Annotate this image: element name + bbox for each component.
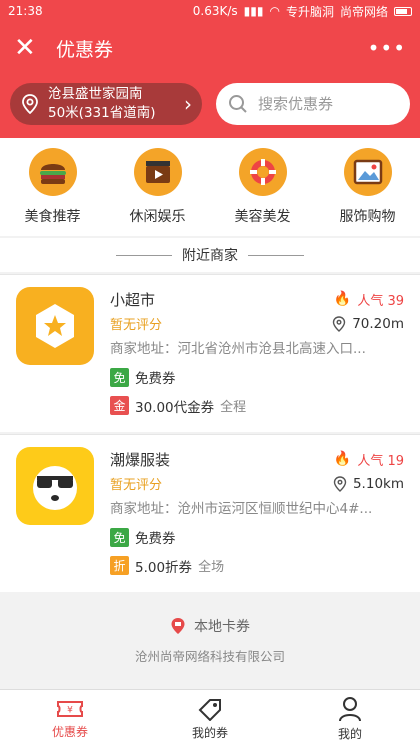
tab-label: 我的 bbox=[337, 726, 362, 741]
tab-label: 优惠券 bbox=[51, 724, 88, 739]
lifebuoy-icon bbox=[238, 148, 287, 196]
coupon-tag: 免 bbox=[110, 367, 129, 387]
close-icon[interactable]: ✕ bbox=[14, 35, 42, 61]
more-menu-icon[interactable]: ••• bbox=[368, 36, 406, 60]
category-grid: 美食推荐 休闲娱乐 美容美发 服饰购物 bbox=[0, 138, 420, 236]
coupon-text: 免费券 bbox=[135, 371, 176, 388]
status-bar: 21:38 0.63K/s ▮▮▮ ◠ 专升脑洞 尚帝网络 bbox=[0, 0, 420, 22]
merchant-card[interactable]: 潮爆服装 🔥 人气 19 暂无评分 5.10km 商家地址：沧州市运河区恒顺世纪… bbox=[0, 434, 420, 592]
signal-icon: ▮▮▮ bbox=[243, 4, 264, 18]
coupon-scope: 全程 bbox=[220, 400, 247, 416]
merchant-logo bbox=[16, 447, 94, 525]
tab-my-coupons[interactable]: 我的券 bbox=[140, 690, 280, 747]
category-beauty[interactable]: 美容美发 bbox=[215, 148, 310, 226]
location-pin-icon bbox=[332, 316, 346, 332]
tag-icon bbox=[198, 698, 221, 721]
coupon-tag: 免 bbox=[110, 527, 129, 547]
footer-brand: 本地卡券 bbox=[194, 619, 250, 635]
tab-coupons[interactable]: ¥ 优惠券 bbox=[0, 690, 140, 747]
merchant-address: 商家地址：沧州市运河区恒顺世纪中心4#... bbox=[110, 501, 373, 518]
wifi-icon: ◠ bbox=[269, 4, 280, 18]
footer-company: 沧州尚帝网络科技有限公司 bbox=[134, 649, 285, 664]
category-label: 美食推荐 bbox=[24, 209, 81, 225]
location-pin-icon bbox=[333, 476, 347, 492]
battery-icon bbox=[394, 6, 412, 16]
chevron-right-icon: › bbox=[184, 92, 192, 116]
footer-info: 本地卡券 沧州尚帝网络科技有限公司 bbox=[0, 594, 420, 665]
ticket-icon: ¥ bbox=[57, 700, 83, 717]
section-title: 附近商家 bbox=[182, 248, 238, 264]
nav-bar: ✕ 优惠券 ••• bbox=[0, 22, 420, 74]
search-icon bbox=[229, 95, 247, 113]
merchant-address: 商家地址：河北省沧州市沧县北高速入口... bbox=[110, 341, 366, 358]
search-input[interactable] bbox=[258, 95, 398, 113]
section-header: 附近商家 bbox=[0, 238, 420, 272]
coupon-text: 5.00折券 bbox=[135, 559, 193, 576]
popularity: 🔥 人气 19 bbox=[333, 451, 404, 469]
category-label: 美容美发 bbox=[234, 209, 291, 225]
film-clapper-icon bbox=[133, 148, 182, 196]
coupon-tag: 金 bbox=[110, 396, 129, 416]
coupon-item[interactable]: 免 免费券 bbox=[110, 523, 404, 552]
merchant-name: 潮爆服装 bbox=[110, 450, 171, 469]
location-line2: 50米(331省道南) bbox=[48, 105, 156, 121]
burger-icon bbox=[28, 148, 77, 196]
category-label: 休闲娱乐 bbox=[129, 209, 186, 225]
category-entertainment[interactable]: 休闲娱乐 bbox=[110, 148, 205, 226]
distance: 70.20m bbox=[332, 316, 404, 332]
coupon-tag: 折 bbox=[110, 556, 129, 576]
merchant-rating: 暂无评分 bbox=[110, 318, 163, 334]
coupon-item[interactable]: 免 免费券 bbox=[110, 363, 404, 392]
popularity: 🔥 人气 39 bbox=[333, 291, 404, 309]
header: 21:38 0.63K/s ▮▮▮ ◠ 专升脑洞 尚帝网络 ✕ 优惠券 ••• … bbox=[0, 0, 420, 138]
wifi-name: 专升脑洞 bbox=[285, 4, 334, 19]
merchant-logo bbox=[16, 287, 94, 365]
flame-icon: 🔥 bbox=[333, 291, 352, 308]
distance: 5.10km bbox=[333, 476, 404, 492]
location-pin-icon bbox=[22, 94, 38, 114]
divider bbox=[248, 254, 304, 256]
user-icon bbox=[339, 696, 361, 721]
page-title: 优惠券 bbox=[56, 38, 114, 61]
divider bbox=[116, 254, 172, 256]
carrier-name: 尚帝网络 bbox=[339, 4, 388, 19]
tab-label: 我的券 bbox=[191, 725, 228, 740]
merchant-card[interactable]: 小超市 🔥 人气 39 暂无评分 70.20m 商家地址：河北省沧州市沧县北高速… bbox=[0, 274, 420, 432]
category-shopping[interactable]: 服饰购物 bbox=[320, 148, 415, 226]
coupon-item[interactable]: 折 5.00折券 全场 bbox=[110, 551, 404, 580]
coupon-text: 免费券 bbox=[135, 531, 176, 548]
tab-bar: ¥ 优惠券 我的券 我的 bbox=[0, 689, 420, 747]
location-pin-icon bbox=[171, 618, 185, 634]
category-label: 服饰购物 bbox=[339, 209, 396, 225]
tab-profile[interactable]: 我的 bbox=[280, 690, 420, 747]
location-selector[interactable]: 沧县盛世家园南 50米(331省道南) › bbox=[10, 83, 202, 125]
network-speed: 0.63K/s bbox=[192, 4, 238, 18]
svg-text:¥: ¥ bbox=[67, 705, 73, 715]
coupon-item[interactable]: 金 30.00代金券 全程 bbox=[110, 391, 404, 420]
location-line1: 沧县盛世家园南 bbox=[48, 86, 143, 102]
search-box[interactable] bbox=[216, 83, 410, 125]
coupon-scope: 全场 bbox=[198, 560, 225, 576]
picture-icon bbox=[343, 148, 392, 196]
merchant-rating: 暂无评分 bbox=[110, 478, 163, 494]
coupon-text: 30.00代金券 bbox=[135, 399, 215, 416]
status-time: 21:38 bbox=[8, 4, 43, 18]
merchant-name: 小超市 bbox=[110, 290, 156, 309]
flame-icon: 🔥 bbox=[333, 451, 352, 468]
category-food[interactable]: 美食推荐 bbox=[5, 148, 100, 226]
